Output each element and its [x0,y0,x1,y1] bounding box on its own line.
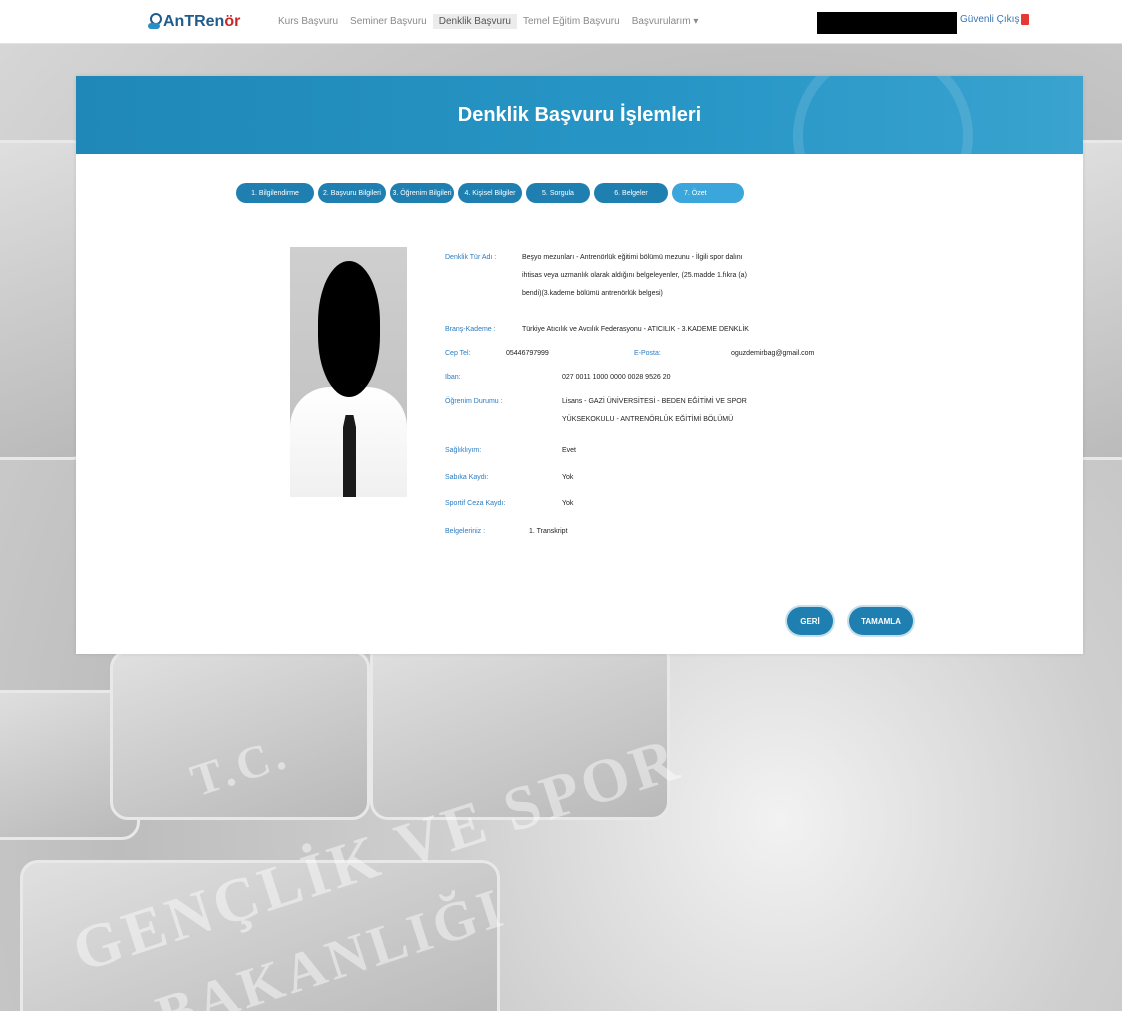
cep-tel-label: Cep Tel: [445,350,471,357]
iban-label: Iban: [445,374,461,381]
ogrenim-durumu-label: Öğrenim Durumu : [445,398,503,405]
photo-tie [343,415,356,497]
sportif-ceza-value: Yok [562,500,574,507]
logout-link[interactable]: Güvenli Çıkış [960,14,1030,25]
top-navbar: AnTRen ör Kurs Başvuru Seminer Başvuru De… [0,0,1122,44]
logo-text-prefix: AnTRen [163,13,225,30]
brans-kademe-label: Branş-Kademe : [445,326,496,333]
main-nav: Kurs Başvuru Seminer Başvuru Denklik Baş… [272,14,704,29]
step-ozet[interactable]: 7. Özet [672,183,744,203]
complete-button[interactable]: TAMAMLA [849,607,913,635]
applicant-photo [290,247,407,497]
denklik-turu-label: Denklik Tür Adı : [445,254,497,261]
nav-seminer-basvuru[interactable]: Seminer Başvuru [344,14,433,29]
step-belgeler[interactable]: 6. Belgeler [594,183,668,203]
saglik-label: Sağlıklıyım: [445,447,482,454]
sabika-kaydi-value: Yok [562,474,574,481]
page-title: Denklik Başvuru İşlemleri [457,103,702,126]
nav-denklik-basvuru[interactable]: Denklik Başvuru [432,14,517,29]
nav-basvurularim-dropdown[interactable]: Başvurularım ▾ [626,14,705,29]
belgeler-value: 1. Transkript [529,528,568,535]
eposta-value: oguzdemirbag@gmail.com [731,350,815,357]
denklik-turu-value-line2: ihtisas veya uzmanlık olarak aldığını be… [522,272,747,279]
nav-kurs-basvuru[interactable]: Kurs Başvuru [272,14,344,29]
belgeler-label: Belgeleriniz : [445,528,486,535]
card-header: Denklik Başvuru İşlemleri [76,76,1083,154]
antrenor-logo[interactable]: AnTRen ör [147,13,240,31]
redacted-user-name [817,12,957,34]
card-body: 1. Bilgilendirme 2. Başvuru Bilgileri 3.… [76,154,1083,654]
denklik-turu-value-line3: bendi)(3.kademe bölümü antrenörlük belge… [522,290,663,297]
iban-value: 027 0011 1000 0000 0028 9526 20 [562,374,671,381]
wizard-steps: 1. Bilgilendirme 2. Başvuru Bilgileri 3.… [236,183,744,203]
photo-redacted-face [318,261,380,397]
logout-icon [1021,14,1030,25]
step-sorgula[interactable]: 5. Sorgula [526,183,590,203]
step-kisisel-bilgiler[interactable]: 4. Kişisel Bilgiler [458,183,522,203]
logo-figure-icon [147,13,162,31]
nav-temel-egitim-basvuru[interactable]: Temel Eğitim Başvuru [517,14,626,29]
ogrenim-durumu-value-line2: YÜKSEKOKULU - ANTRENÖRLÜK EĞİTİMİ BÖLÜMÜ [562,416,734,423]
denklik-turu-value-line1: Beşyo mezunları - Antrenörlük eğitimi bö… [522,254,743,261]
saglik-value: Evet [562,447,577,454]
eposta-label: E-Posta: [634,350,661,357]
logo-text-suffix: ör [224,13,241,30]
sportif-ceza-label: Sportif Ceza Kaydı: [445,500,506,507]
ogrenim-durumu-value-line1: Lisans - GAZİ ÜNİVERSİTESİ - BEDEN EĞİTİ… [562,398,747,405]
background-key-shape [110,650,370,820]
sabika-kaydi-label: Sabıka Kaydı: [445,474,489,481]
application-card: Denklik Başvuru İşlemleri 1. Bilgilendir… [76,76,1083,654]
brans-kademe-value: Türkiye Atıcılık ve Avcılık Federasyonu … [522,326,749,333]
step-ogrenim-bilgileri[interactable]: 3. Öğrenim Bilgileri [390,183,454,203]
step-bilgilendirme[interactable]: 1. Bilgilendirme [236,183,314,203]
back-button[interactable]: GERİ [787,607,833,635]
logout-label: Güvenli Çıkış [960,14,1020,25]
step-basvuru-bilgileri[interactable]: 2. Başvuru Bilgileri [318,183,386,203]
cep-tel-value: 05446797999 [506,350,549,357]
